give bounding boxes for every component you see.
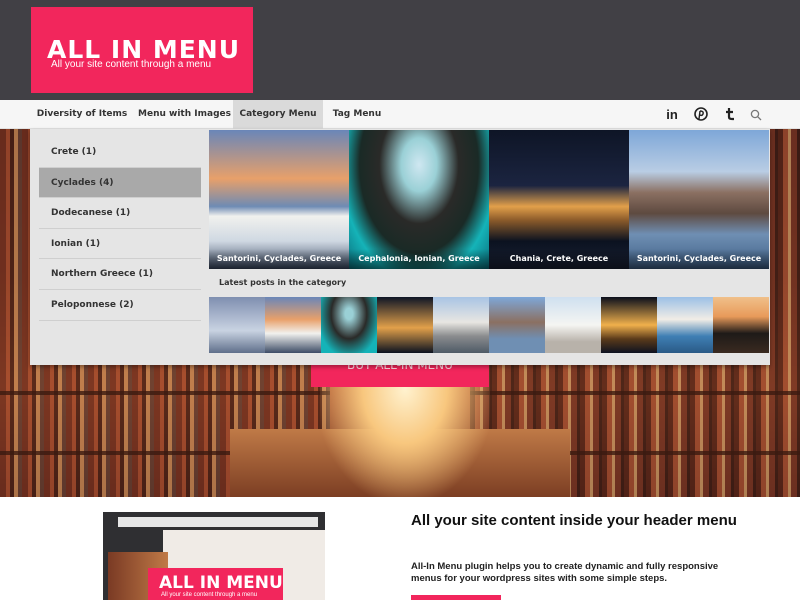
main-nav: Diversity of Items Menu with Images Cate… [0, 100, 800, 129]
logo-subtitle: All your site content through a menu [51, 59, 212, 70]
featured-caption: Chania, Crete, Greece [489, 249, 629, 269]
nav-item-category[interactable]: Category Menu [233, 100, 323, 129]
mockup-logo: ALL IN MENU All your site content throug… [148, 568, 283, 600]
category-mega-menu: Crete (1) Cyclades (4) Dodecanese (1) Io… [30, 129, 770, 365]
latest-post-thumbnail[interactable] [489, 297, 545, 353]
featured-caption: Cephalonia, Ionian, Greece [349, 249, 489, 269]
latest-post-thumbnail[interactable] [433, 297, 489, 353]
latest-post-thumbnail[interactable] [209, 297, 265, 353]
category-item-cyclades[interactable]: Cyclades (4) [39, 167, 201, 199]
featured-caption: Santorini, Cyclades, Greece [209, 249, 349, 269]
site-logo[interactable]: ALL IN MENU All your site content throug… [31, 7, 253, 93]
latest-post-thumbnail[interactable] [265, 297, 321, 353]
latest-post-thumbnail[interactable] [377, 297, 433, 353]
content-description: All-In Menu plugin helps you to create d… [411, 561, 719, 584]
category-list: Crete (1) Cyclades (4) Dodecanese (1) Io… [39, 137, 201, 321]
mockup-logo-title: ALL IN MENU [159, 573, 283, 593]
latest-post-thumbnail[interactable] [601, 297, 657, 353]
latest-post-thumbnail[interactable] [321, 297, 377, 353]
content-button[interactable] [411, 595, 501, 600]
featured-post[interactable]: Santorini, Cyclades, Greece [629, 130, 769, 269]
pinterest-icon[interactable] [692, 100, 710, 129]
mock-nav-bar [118, 517, 318, 527]
latest-post-thumbnail[interactable] [545, 297, 601, 353]
category-item-northern-greece[interactable]: Northern Greece (1) [39, 259, 201, 290]
nav-item-images[interactable]: Menu with Images [136, 100, 233, 129]
category-item-dodecanese[interactable]: Dodecanese (1) [39, 198, 201, 229]
latest-post-thumbnail[interactable] [713, 297, 769, 353]
nav-item-diversity[interactable]: Diversity of Items [31, 100, 133, 129]
category-item-peloponnese[interactable]: Peloponnese (2) [39, 290, 201, 321]
shelf [0, 391, 330, 395]
category-item-ionian[interactable]: Ionian (1) [39, 229, 201, 260]
latest-post-thumbnail[interactable] [657, 297, 713, 353]
featured-post[interactable]: Chania, Crete, Greece [489, 130, 629, 269]
search-icon[interactable] [750, 109, 762, 121]
featured-post[interactable]: Santorini, Cyclades, Greece [209, 130, 349, 269]
nav-item-tag[interactable]: Tag Menu [326, 100, 388, 129]
linkedin-icon[interactable]: in [663, 100, 681, 129]
category-item-crete[interactable]: Crete (1) [39, 137, 201, 168]
shelf [470, 391, 800, 395]
latest-posts-label: Latest posts in the category [219, 278, 347, 287]
featured-post[interactable]: Cephalonia, Ionian, Greece [349, 130, 489, 269]
content-title: All your site content inside your header… [411, 512, 737, 529]
mockup-logo-subtitle: All your site content through a menu [161, 592, 258, 598]
tumblr-icon[interactable] [721, 100, 739, 129]
site-header: ALL IN MENU All your site content throug… [0, 0, 800, 100]
featured-caption: Santorini, Cyclades, Greece [629, 249, 769, 269]
